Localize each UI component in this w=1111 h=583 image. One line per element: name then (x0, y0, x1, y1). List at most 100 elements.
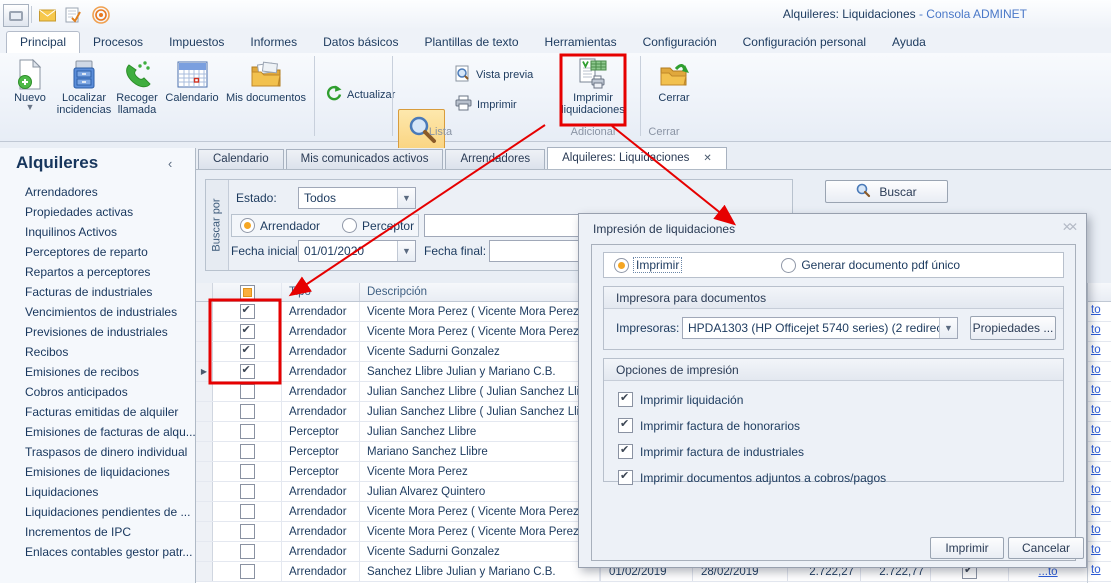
row-checkbox[interactable] (240, 524, 255, 539)
row-checkbox[interactable] (240, 564, 255, 579)
menu-tab-ayuda[interactable]: Ayuda (879, 32, 939, 53)
localizar-incidencias-button[interactable]: Localizar incidencias (57, 56, 111, 116)
dialog-cancelar-button[interactable]: Cancelar (1008, 537, 1084, 559)
sidebar-item-enlaces-contables[interactable]: Enlaces contables gestor patr... (0, 542, 196, 562)
sidebar-item-liquidaciones-pendientes[interactable]: Liquidaciones pendientes de ... (0, 502, 196, 522)
sidebar-item-vencimientos-de-industriales[interactable]: Vencimientos de industriales (0, 302, 196, 322)
row-link-fragment[interactable]: to (1088, 502, 1111, 522)
buscar-button[interactable]: Buscar (825, 180, 948, 203)
menu-tab-herramientas[interactable]: Herramientas (532, 32, 630, 53)
sidebar-item-arrendadores[interactable]: Arrendadores (0, 182, 196, 202)
option-imprimir-liquidacion[interactable]: Imprimir liquidación (618, 392, 743, 407)
option-checkbox[interactable] (618, 392, 633, 407)
recoger-llamada-button[interactable]: Recoger llamada (113, 56, 161, 116)
option-checkbox[interactable] (618, 470, 633, 485)
row-link-fragment[interactable]: to (1088, 322, 1111, 342)
row-checkbox[interactable] (240, 404, 255, 419)
radio-generar-pdf[interactable]: Generar documento pdf único (781, 258, 960, 273)
dialog-close-icon[interactable]: ✕✕ (1062, 220, 1074, 234)
chevron-down-icon[interactable]: ▼ (397, 188, 415, 208)
option-documentos-adjuntos[interactable]: Imprimir documentos adjuntos a cobros/pa… (618, 470, 886, 485)
sidebar-item-emisiones-de-facturas[interactable]: Emisiones de facturas de alqu... (0, 422, 196, 442)
option-factura-industriales[interactable]: Imprimir factura de industriales (618, 444, 804, 459)
menu-tab-informes[interactable]: Informes (237, 32, 310, 53)
column-header-tipo[interactable]: Tipo (282, 283, 360, 301)
menu-tab-plantillas[interactable]: Plantillas de texto (411, 32, 531, 53)
broadcast-icon[interactable] (90, 5, 112, 25)
row-select-cell[interactable] (213, 402, 282, 421)
cerrar-button[interactable]: Cerrar (646, 56, 702, 104)
row-link-fragment[interactable]: to (1088, 462, 1111, 482)
select-all-checkbox[interactable] (240, 285, 255, 300)
tab-close-icon[interactable]: ✕ (703, 148, 711, 169)
sidebar-item-emisiones-de-recibos[interactable]: Emisiones de recibos (0, 362, 196, 382)
sidebar-item-repartos-a-perceptores[interactable]: Repartos a perceptores (0, 262, 196, 282)
row-select-cell[interactable] (213, 342, 282, 361)
imprimir-liquidaciones-button[interactable]: Imprimir liquidaciones (552, 56, 634, 116)
row-checkbox[interactable] (240, 544, 255, 559)
sidebar-item-liquidaciones[interactable]: Liquidaciones (0, 482, 196, 502)
sidebar-item-facturas-emitidas[interactable]: Facturas emitidas de alquiler (0, 402, 196, 422)
row-link-fragment[interactable]: to (1088, 522, 1111, 542)
menu-tab-configuracion-personal[interactable]: Configuración personal (730, 32, 879, 53)
row-link-fragment[interactable]: to (1088, 482, 1111, 502)
impresoras-dropdown[interactable]: HPDA1303 (HP Officejet 5740 series) (2 r… (682, 317, 958, 339)
sidebar-item-cobros-anticipados[interactable]: Cobros anticipados (0, 382, 196, 402)
sidebar-item-perceptores-de-reparto[interactable]: Perceptores de reparto (0, 242, 196, 262)
row-select-cell[interactable] (213, 482, 282, 501)
row-checkbox[interactable] (240, 364, 255, 379)
menu-tab-impuestos[interactable]: Impuestos (156, 32, 237, 53)
nuevo-button[interactable]: Nuevo ▼ (6, 56, 54, 111)
row-checkbox[interactable] (240, 424, 255, 439)
row-select-cell[interactable] (213, 562, 282, 581)
chevron-down-icon[interactable]: ▼ (397, 241, 415, 261)
tab-mis-comunicados[interactable]: Mis comunicados activos (286, 149, 444, 169)
row-checkbox[interactable] (240, 444, 255, 459)
tab-calendario[interactable]: Calendario (198, 149, 284, 169)
imprimir-small-button[interactable]: Imprimir (455, 95, 517, 114)
search-text-input[interactable] (424, 214, 589, 237)
row-link-fragment[interactable]: to (1088, 362, 1111, 382)
calendario-button[interactable]: Calendario (163, 56, 221, 104)
radio-imprimir[interactable]: Imprimir (614, 258, 681, 273)
row-checkbox[interactable] (240, 344, 255, 359)
sidebar-item-facturas-de-industriales[interactable]: Facturas de industriales (0, 282, 196, 302)
row-checkbox[interactable] (240, 384, 255, 399)
row-link-fragment[interactable]: to (1088, 562, 1111, 582)
radio-arrendador[interactable]: Arrendador (240, 218, 320, 233)
row-checkbox[interactable] (240, 484, 255, 499)
row-link-fragment[interactable]: to (1088, 442, 1111, 462)
sidebar-item-previsiones-de-industriales[interactable]: Previsiones de industriales (0, 322, 196, 342)
row-select-cell[interactable] (213, 382, 282, 401)
row-checkbox[interactable] (240, 304, 255, 319)
option-factura-honorarios[interactable]: Imprimir factura de honorarios (618, 418, 800, 433)
row-select-cell[interactable] (213, 422, 282, 441)
row-select-cell[interactable] (213, 502, 282, 521)
menu-tab-procesos[interactable]: Procesos (80, 32, 156, 53)
sidebar-item-propiedades-activas[interactable]: Propiedades activas (0, 202, 196, 222)
fecha-final-input[interactable] (489, 240, 589, 262)
row-checkbox[interactable] (240, 324, 255, 339)
mis-documentos-button[interactable]: Mis documentos (222, 56, 310, 104)
chevron-down-icon[interactable]: ▼ (939, 318, 957, 338)
mail-icon[interactable] (36, 5, 58, 25)
row-checkbox[interactable] (240, 504, 255, 519)
radio-pdf-circle[interactable] (781, 258, 796, 273)
menu-tab-principal[interactable]: Principal (6, 31, 80, 53)
option-checkbox[interactable] (618, 444, 633, 459)
sidebar-item-recibos[interactable]: Recibos (0, 342, 196, 362)
propiedades-button[interactable]: Propiedades ... (970, 316, 1056, 340)
sidebar-item-incrementos-de-ipc[interactable]: Incrementos de IPC (0, 522, 196, 542)
dialog-imprimir-button[interactable]: Imprimir (930, 537, 1004, 559)
menu-tab-configuracion[interactable]: Configuración (630, 32, 730, 53)
row-link-fragment[interactable]: to (1088, 302, 1111, 322)
sidebar-item-traspasos-de-dinero[interactable]: Traspasos de dinero individual (0, 442, 196, 462)
row-select-cell[interactable] (213, 462, 282, 481)
row-link-fragment[interactable]: to (1088, 342, 1111, 362)
radio-perceptor[interactable]: Perceptor (342, 218, 414, 233)
sidebar-collapse-icon[interactable]: ‹ (168, 156, 172, 171)
sidebar-item-inquilinos-activos[interactable]: Inquilinos Activos (0, 222, 196, 242)
row-select-cell[interactable] (213, 542, 282, 561)
tab-alquileres-liquidaciones[interactable]: Alquileres: Liquidaciones ✕ (547, 147, 727, 169)
actualizar-button[interactable]: Actualizar (325, 85, 395, 105)
